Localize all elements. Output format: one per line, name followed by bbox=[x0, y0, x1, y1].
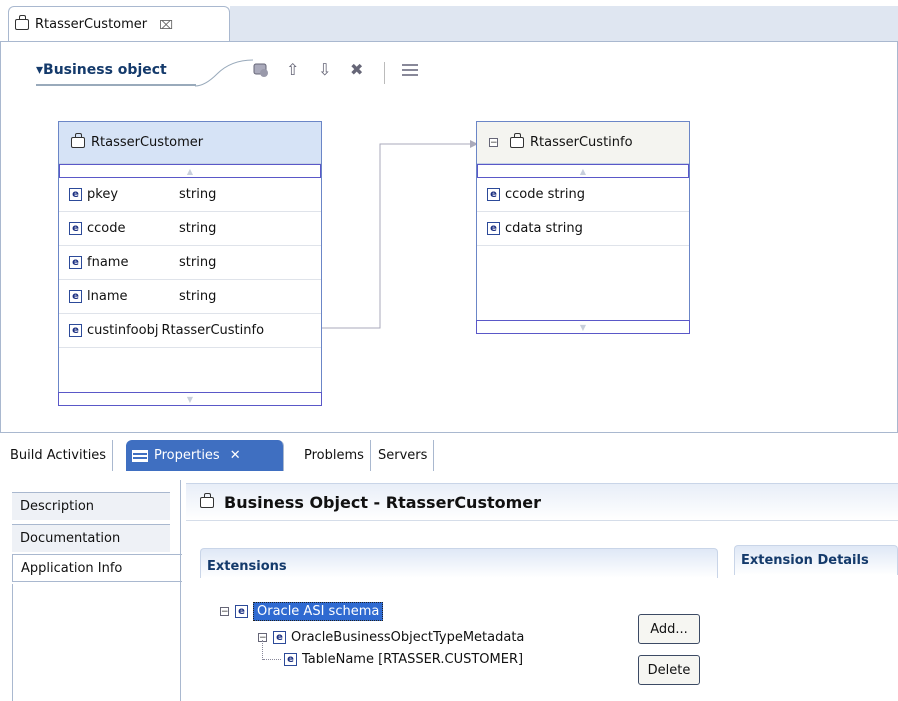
field-row[interactable]: e lname string bbox=[59, 280, 321, 314]
element-icon: e bbox=[273, 630, 286, 644]
section-curve bbox=[195, 59, 254, 87]
section-header[interactable]: ▾Business object bbox=[36, 62, 167, 78]
field-type: string bbox=[179, 289, 217, 304]
customer-bo-box[interactable]: RtasserCustomer ▲ e pkey string e ccode … bbox=[58, 121, 322, 406]
field-label: cdata string bbox=[505, 221, 583, 236]
element-icon: e bbox=[69, 222, 82, 235]
element-icon: e bbox=[235, 604, 248, 618]
editor-tabbar-fill bbox=[230, 6, 898, 42]
field-name: ccode bbox=[87, 221, 126, 236]
element-icon: e bbox=[69, 256, 82, 269]
sidebar-divider bbox=[180, 480, 181, 701]
add-button[interactable]: Add... bbox=[638, 614, 700, 644]
delete-button[interactable]: Delete bbox=[638, 655, 700, 685]
field-type: RtasserCustinfo bbox=[161, 323, 265, 338]
field-name: pkey bbox=[87, 187, 119, 202]
field-row[interactable]: e pkey string bbox=[59, 178, 321, 212]
close-icon[interactable]: ⌧ bbox=[159, 18, 173, 32]
field-row[interactable]: e fname string bbox=[59, 246, 321, 280]
element-icon: e bbox=[69, 324, 82, 337]
tree-child[interactable]: − e OracleBusinessObjectTypeMetadata bbox=[258, 626, 524, 648]
tree-leaf[interactable]: e TableName [RTASSER.CUSTOMER] bbox=[284, 648, 523, 670]
customer-bo-header[interactable]: RtasserCustomer bbox=[59, 122, 321, 164]
sidebar-item-documentation[interactable]: Documentation bbox=[12, 524, 170, 552]
collapse-icon[interactable]: − bbox=[220, 606, 229, 616]
collapse-icon[interactable]: − bbox=[489, 138, 498, 148]
scroll-down-strip[interactable]: ▼ bbox=[476, 320, 690, 334]
custinfo-bo-header[interactable]: − RtasserCustinfo bbox=[477, 122, 689, 164]
element-icon: e bbox=[487, 222, 500, 235]
field-name: lname bbox=[87, 289, 128, 304]
business-object-icon bbox=[510, 133, 524, 148]
close-icon[interactable]: ✕ bbox=[230, 448, 241, 463]
element-icon: e bbox=[69, 188, 82, 201]
tab-build-activities[interactable]: Build Activities bbox=[4, 440, 114, 471]
field-row[interactable]: e ccode string bbox=[477, 178, 689, 212]
sidebar-border bbox=[12, 584, 13, 701]
business-object-icon bbox=[71, 133, 85, 148]
layout-icon[interactable] bbox=[400, 60, 420, 84]
field-row[interactable]: e custinfoobj RtasserCustinfo bbox=[59, 314, 321, 348]
element-icon: e bbox=[69, 290, 82, 303]
tree-root[interactable]: − e Oracle ASI schema bbox=[220, 600, 384, 622]
extension-details-header: Extension Details bbox=[734, 545, 898, 575]
business-object-icon bbox=[200, 492, 214, 508]
tree-root-label: Oracle ASI schema bbox=[253, 601, 384, 621]
field-type: string bbox=[179, 221, 217, 236]
add-attribute-icon[interactable] bbox=[251, 60, 271, 84]
reference-connector bbox=[322, 140, 478, 329]
field-row[interactable]: e ccode string bbox=[59, 212, 321, 246]
extensions-header: Extensions bbox=[200, 548, 718, 578]
tab-problems[interactable]: Problems bbox=[298, 440, 371, 471]
properties-icon bbox=[132, 449, 148, 462]
delete-icon[interactable]: ✖ bbox=[350, 60, 363, 79]
properties-title-text: Business Object - RtasserCustomer bbox=[224, 492, 542, 512]
tree-child-label: OracleBusinessObjectTypeMetadata bbox=[291, 629, 525, 645]
scroll-down-strip[interactable]: ▼ bbox=[58, 392, 322, 406]
move-up-icon[interactable]: ⇧ bbox=[286, 60, 299, 79]
tab-servers[interactable]: Servers bbox=[372, 440, 435, 471]
properties-title: Business Object - RtasserCustomer bbox=[186, 483, 898, 521]
element-icon: e bbox=[284, 652, 297, 666]
element-icon: e bbox=[487, 188, 500, 201]
field-name: fname bbox=[87, 255, 129, 270]
editor-tab[interactable]: RtasserCustomer ⌧ bbox=[8, 6, 230, 42]
tree-leaf-label: TableName [RTASSER.CUSTOMER] bbox=[302, 651, 524, 667]
tab-properties[interactable]: Properties ✕ bbox=[126, 440, 284, 471]
tree-line bbox=[263, 659, 281, 661]
field-name: custinfoobj bbox=[87, 323, 159, 338]
move-down-icon[interactable]: ⇩ bbox=[318, 60, 331, 79]
scroll-up-strip[interactable]: ▲ bbox=[477, 164, 689, 178]
field-type: string bbox=[179, 255, 217, 270]
editor-tab-label: RtasserCustomer bbox=[35, 17, 148, 32]
tree-line bbox=[262, 640, 264, 660]
custinfo-bo-box[interactable]: − RtasserCustinfo ▲ e ccode string e cda… bbox=[476, 121, 690, 334]
business-object-icon bbox=[15, 15, 29, 30]
customer-bo-title: RtasserCustomer bbox=[91, 135, 204, 150]
toolbar-separator bbox=[384, 62, 385, 84]
field-row[interactable]: e cdata string bbox=[477, 212, 689, 246]
sidebar-item-application-info[interactable]: Application Info bbox=[12, 554, 182, 582]
sidebar-item-description[interactable]: Description bbox=[12, 492, 170, 520]
field-type: string bbox=[179, 187, 217, 202]
custinfo-bo-title: RtasserCustinfo bbox=[530, 135, 633, 150]
tab-properties-label: Properties bbox=[154, 448, 220, 463]
scroll-up-strip[interactable]: ▲ bbox=[59, 164, 321, 178]
section-underline bbox=[36, 84, 196, 86]
field-label: ccode string bbox=[505, 187, 585, 202]
